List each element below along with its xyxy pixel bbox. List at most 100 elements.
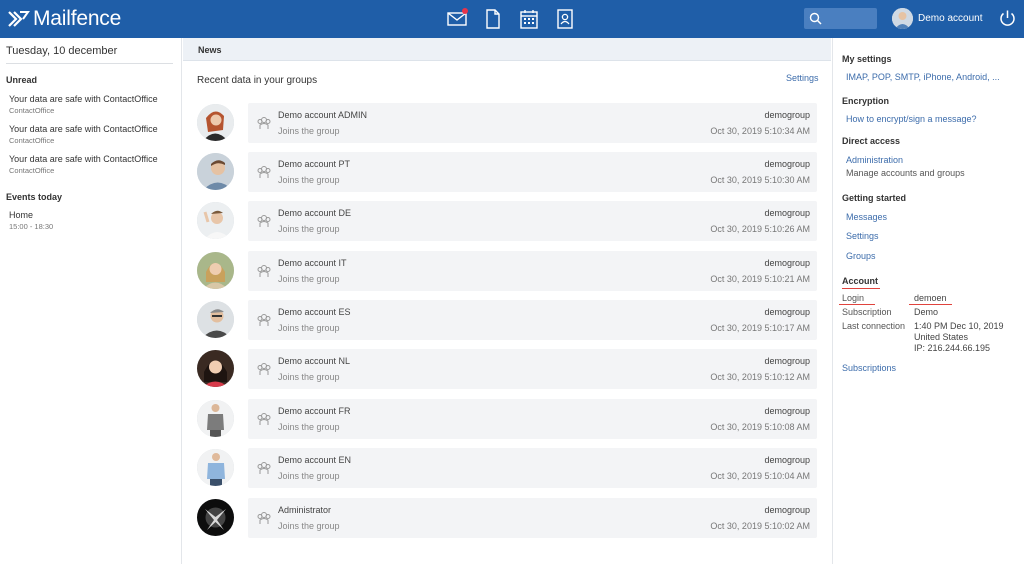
event-time: 15:00 - 18:30	[9, 222, 54, 231]
feed-time: Oct 30, 2019 5:10:04 AM	[710, 471, 810, 481]
group-icon	[257, 461, 271, 475]
feed-group: demogroup	[764, 307, 810, 317]
left-sidebar: Tuesday, 10 december Unread Your data ar…	[0, 38, 182, 564]
events-heading: Events today	[6, 192, 63, 202]
feed-group: demogroup	[764, 455, 810, 465]
mailfence-logo[interactable]: Mailfence	[8, 6, 121, 32]
news-settings-link[interactable]: Settings	[786, 73, 819, 83]
feed-row[interactable]: Demo account FR Joins the group demogrou…	[197, 399, 817, 439]
feed-group: demogroup	[764, 159, 810, 169]
avatar	[197, 499, 234, 536]
feed-row[interactable]: Demo account ADMIN Joins the group demog…	[197, 103, 817, 143]
getting-started-heading: Getting started	[842, 193, 907, 203]
feed-action: Joins the group	[278, 274, 340, 284]
nav-messages[interactable]	[445, 7, 469, 31]
feed-row[interactable]: Demo account IT Joins the group demogrou…	[197, 251, 817, 291]
feed-time: Oct 30, 2019 5:10:30 AM	[710, 175, 810, 185]
news-panel: News Recent data in your groups Settings…	[183, 38, 831, 564]
app-name: Mailfence	[33, 7, 122, 30]
feed-name: Demo account DE	[278, 208, 352, 218]
feed-group: demogroup	[764, 258, 810, 268]
feed-time: Oct 30, 2019 5:10:34 AM	[710, 126, 810, 136]
top-nav	[445, 7, 589, 31]
direct-access-heading: Direct access	[842, 136, 901, 146]
account-name: Demo account	[918, 13, 983, 24]
subscriptions-link[interactable]: Subscriptions	[842, 363, 896, 373]
unread-item-title: Your data are safe with ContactOffice	[9, 94, 158, 104]
power-icon	[1000, 10, 1015, 26]
feed-card: Demo account ADMIN Joins the group demog…	[248, 103, 817, 143]
avatar	[197, 350, 234, 387]
feed-name: Demo account ES	[278, 307, 351, 317]
avatar	[197, 104, 234, 141]
feed-time: Oct 30, 2019 5:10:26 AM	[710, 224, 810, 234]
unread-item-from: ContactOffice	[9, 106, 55, 115]
nav-calendar[interactable]	[517, 7, 541, 31]
group-icon	[257, 362, 271, 376]
feed-row[interactable]: Demo account PT Joins the group demogrou…	[197, 152, 817, 192]
feed-card: Administrator Joins the group demogroup …	[248, 498, 817, 538]
search-box[interactable]	[804, 8, 877, 29]
feed-row[interactable]: Demo account DE Joins the group demogrou…	[197, 201, 817, 241]
feed-card: Demo account NL Joins the group demogrou…	[248, 349, 817, 389]
event-item[interactable]: Home 15:00 - 18:30	[9, 210, 179, 231]
subscription-value: Demo	[914, 307, 939, 317]
encryption-link[interactable]: How to encrypt/sign a message?	[846, 114, 977, 124]
unread-item[interactable]: Your data are safe with ContactOffice Co…	[9, 94, 179, 115]
feed-group: demogroup	[764, 356, 810, 366]
feed-row[interactable]: Demo account ES Joins the group demogrou…	[197, 300, 817, 340]
recent-title: Recent data in your groups	[197, 75, 318, 86]
feed-name: Demo account IT	[278, 258, 347, 268]
feed-action: Joins the group	[278, 224, 340, 234]
feed-time: Oct 30, 2019 5:10:17 AM	[710, 323, 810, 333]
feed-time: Oct 30, 2019 5:10:08 AM	[710, 422, 810, 432]
unread-item-title: Your data are safe with ContactOffice	[9, 154, 158, 164]
event-title: Home	[9, 210, 34, 220]
feed-row[interactable]: Demo account NL Joins the group demogrou…	[197, 349, 817, 389]
getting-started-messages-link[interactable]: Messages	[846, 212, 887, 222]
feed-action: Joins the group	[278, 175, 340, 185]
news-title: News	[198, 45, 222, 55]
feed-action: Joins the group	[278, 422, 340, 432]
feed-time: Oct 30, 2019 5:10:21 AM	[710, 274, 810, 284]
feed-card: Demo account DE Joins the group demogrou…	[248, 201, 817, 241]
nav-contacts[interactable]	[553, 7, 577, 31]
last-connection-ip: IP: 216.244.66.195	[914, 343, 991, 353]
administration-description: Manage accounts and groups	[846, 168, 965, 178]
unread-item[interactable]: Your data are safe with ContactOffice Co…	[9, 154, 179, 175]
divider	[6, 63, 173, 64]
feed-name: Demo account ADMIN	[278, 110, 368, 120]
feed-card: Demo account EN Joins the group demogrou…	[248, 448, 817, 488]
feed-name: Demo account FR	[278, 406, 351, 416]
account-heading: Account	[842, 276, 878, 286]
feed-action: Joins the group	[278, 521, 340, 531]
my-settings-link[interactable]: IMAP, POP, SMTP, iPhone, Android, ...	[846, 72, 1000, 82]
top-bar: Mailfence Demo account	[0, 0, 1024, 38]
feed-row[interactable]: Demo account EN Joins the group demogrou…	[197, 448, 817, 488]
feed-card: Demo account ES Joins the group demogrou…	[248, 300, 817, 340]
unread-item[interactable]: Your data are safe with ContactOffice Co…	[9, 124, 179, 145]
contacts-icon	[557, 9, 573, 29]
search-input[interactable]	[826, 10, 874, 27]
getting-started-groups-link[interactable]: Groups	[846, 251, 876, 261]
feed-row[interactable]: Administrator Joins the group demogroup …	[197, 498, 817, 538]
feed-name: Demo account EN	[278, 455, 352, 465]
administration-link[interactable]: Administration	[846, 155, 903, 165]
group-icon	[257, 214, 271, 228]
group-icon	[257, 165, 271, 179]
my-settings-heading: My settings	[842, 54, 892, 64]
news-header: News	[183, 38, 831, 61]
avatar	[197, 252, 234, 289]
group-icon	[257, 412, 271, 426]
feed-time: Oct 30, 2019 5:10:02 AM	[710, 521, 810, 531]
subscription-label: Subscription	[842, 307, 892, 317]
avatar	[197, 400, 234, 437]
feed-group: demogroup	[764, 110, 810, 120]
getting-started-settings-link[interactable]: Settings	[846, 231, 879, 241]
logout-button[interactable]	[998, 9, 1017, 28]
account-menu[interactable]: Demo account	[892, 8, 982, 29]
last-connection-time: 1:40 PM Dec 10, 2019	[914, 321, 1004, 331]
nav-documents[interactable]	[481, 7, 505, 31]
feed-action: Joins the group	[278, 471, 340, 481]
unread-item-from: ContactOffice	[9, 136, 55, 145]
